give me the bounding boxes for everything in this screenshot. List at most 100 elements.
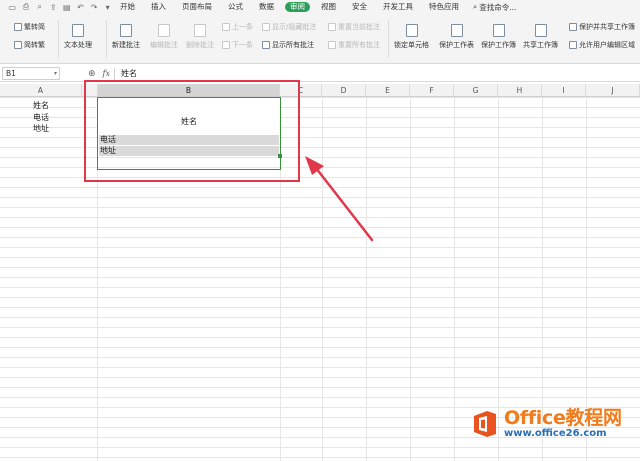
allow-edit-ranges-button[interactable]: 允许用户编辑区域 [569,40,635,50]
share-workbook-label: 共享工作簿 [523,41,558,49]
protect-sheet-button[interactable]: 保护工作表 [439,24,474,50]
reset-current-comment-label: 重置当前批注 [338,23,380,31]
ribbon-separator [106,20,107,58]
watermark: Office教程网 www.office26.com [470,408,622,440]
print-preview-icon[interactable]: ⌕ [35,2,44,12]
edit-comment-label: 编辑批注 [150,41,178,49]
new-comment-icon [120,24,132,37]
zoom-icon[interactable]: ⊕ [88,69,96,79]
formula-tools: ⊕ fx [88,69,110,79]
simp-to-trad-button[interactable]: 简转繁 [14,40,45,50]
reset-current-comment-icon [328,23,336,31]
command-search[interactable]: ⌕ 查找命令... [467,2,516,13]
name-box[interactable]: B1 ▾ [2,67,60,80]
protect-and-share-button[interactable]: 保护并共享工作簿 [569,22,635,32]
protect-workbook-icon [492,24,505,37]
reset-current-comment-button[interactable]: 重置当前批注 [328,22,380,32]
new-comment-label: 新建批注 [112,41,140,49]
text-process-icon [72,24,84,37]
next-item-button[interactable]: 下一条 [222,40,253,50]
menu-bar: ▭ ⎙ ⌕ ⇪ ▤ ↶ ↷ ▾ 开始 插入 页面布局 公式 数据 审阅 视图 安… [0,0,640,14]
quick-access-toolbar: ▭ ⎙ ⌕ ⇪ ▤ ↶ ↷ ▾ [0,2,112,12]
prev-item-button[interactable]: 上一条 [222,22,253,32]
tab-formulas[interactable]: 公式 [220,0,251,14]
column-header-h[interactable]: H [498,84,542,97]
allow-edit-ranges-icon [569,41,577,49]
show-hide-comment-label: 显示/隐藏批注 [272,23,317,31]
trad-to-simp-icon [14,23,22,31]
show-all-comments-button[interactable]: 显示所有批注 [262,40,314,50]
trad-to-simp-button[interactable]: 繁转简 [14,22,45,32]
grid-line [454,97,455,461]
reset-all-comments-icon [328,41,336,49]
formula-input[interactable]: 姓名 [114,67,137,80]
menu-tabs: 开始 插入 页面布局 公式 数据 审阅 视图 安全 开发工具 特色应用 [112,0,467,14]
allow-edit-ranges-label: 允许用户编辑区域 [579,41,635,49]
grid-line [366,97,367,461]
tab-special[interactable]: 特色应用 [421,0,467,14]
next-item-icon [222,41,230,49]
new-comment-button[interactable]: 新建批注 [112,24,140,50]
function-icon[interactable]: fx [103,69,110,78]
office-logo-icon [474,411,496,437]
trad-to-simp-label: 繁转简 [24,23,45,31]
save-icon[interactable]: ▭ [8,3,17,12]
cell-reference: B1 [6,69,16,78]
cell-a1-line-2[interactable]: 电话 [0,113,82,122]
search-icon: ⌕ [473,2,478,11]
share-icon[interactable]: ⇪ [49,3,58,12]
protect-sheet-label: 保护工作表 [439,41,474,49]
show-all-comments-icon [262,41,270,49]
tab-insert[interactable]: 插入 [143,0,174,14]
command-search-label: 查找命令... [479,2,517,12]
tab-page-layout[interactable]: 页面布局 [174,0,220,14]
column-header-d[interactable]: D [322,84,366,97]
protect-workbook-button[interactable]: 保护工作簿 [481,24,516,50]
protect-and-share-label: 保护并共享工作簿 [579,23,635,31]
more-icon[interactable]: ▾ [103,3,112,12]
show-hide-comment-icon [262,23,270,31]
column-header-e[interactable]: E [366,84,410,97]
chevron-down-icon[interactable]: ▾ [54,68,57,79]
protect-sheet-icon [450,24,463,37]
tab-data[interactable]: 数据 [251,0,282,14]
share-workbook-button[interactable]: 共享工作簿 [523,24,558,50]
grid-line [322,97,323,461]
column-header-a[interactable]: A [0,84,82,97]
tab-home[interactable]: 开始 [112,0,143,14]
delete-comment-icon [194,24,206,37]
prev-item-icon [222,23,230,31]
print-icon[interactable]: ⎙ [22,2,31,12]
show-hide-comment-button[interactable]: 显示/隐藏批注 [262,22,316,32]
protect-and-share-icon [569,23,577,31]
cell-a1-line-3[interactable]: 地址 [0,124,82,133]
export-icon[interactable]: ▤ [63,3,72,12]
column-header-f[interactable]: F [410,84,454,97]
tab-security[interactable]: 安全 [344,0,375,14]
grid-line [410,97,411,461]
redo-icon[interactable]: ↷ [90,3,99,12]
column-header-j[interactable]: J [586,84,640,97]
watermark-text: Office教程网 www.office26.com [504,408,622,440]
tab-review[interactable]: 审阅 [285,2,310,12]
column-header-g[interactable]: G [454,84,498,97]
lock-cell-button[interactable]: 锁定单元格 [394,24,429,50]
text-process-button[interactable]: 文本处理 [64,24,92,50]
tab-developer[interactable]: 开发工具 [375,0,421,14]
column-header-i[interactable]: I [542,84,586,97]
reset-all-comments-label: 重置所有批注 [338,41,380,49]
edit-comment-button[interactable]: 编辑批注 [150,24,178,50]
undo-icon[interactable]: ↶ [76,3,85,12]
lock-cell-icon [405,24,418,37]
protect-workbook-label: 保护工作簿 [481,41,516,49]
cell-a1-line-1[interactable]: 姓名 [0,101,82,110]
watermark-url: www.office26.com [504,428,607,439]
ribbon: 繁转简 简转繁 文本处理 新建批注 编辑批注 删除批注 上一条 下一条 显示/隐… [0,14,640,64]
lock-cell-label: 锁定单元格 [394,41,429,49]
show-all-comments-label: 显示所有批注 [272,41,314,49]
tab-view[interactable]: 视图 [313,0,344,14]
reset-all-comments-button[interactable]: 重置所有批注 [328,40,380,50]
next-item-label: 下一条 [232,41,253,49]
text-process-label: 文本处理 [64,41,92,49]
delete-comment-button[interactable]: 删除批注 [186,24,214,50]
